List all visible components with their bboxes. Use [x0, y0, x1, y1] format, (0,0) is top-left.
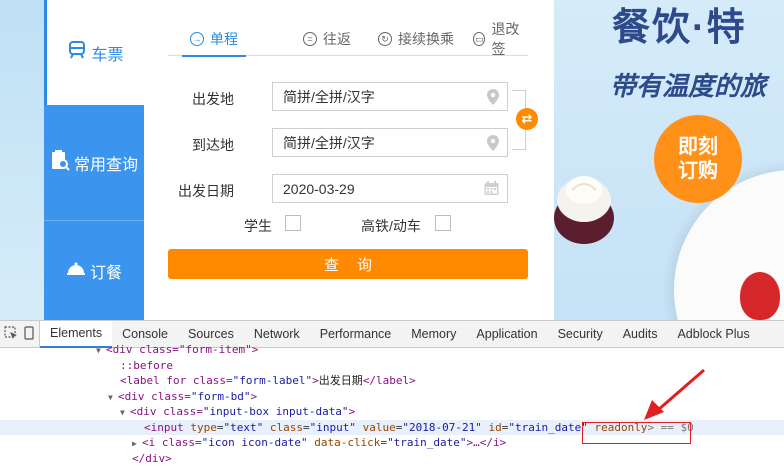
expand-triangle-icon[interactable]: ▶: [132, 436, 142, 452]
ticket-circle-icon: ▭: [473, 32, 486, 46]
to-station-input[interactable]: 简拼/全拼/汉字: [272, 128, 508, 157]
swap-bracket-bottom: [512, 128, 526, 150]
banner-title: 餐饮·特: [612, 7, 747, 49]
collapse-triangle-icon[interactable]: ▼: [108, 390, 118, 406]
page-background: [0, 0, 46, 320]
transfer-circle-icon: ↻: [378, 32, 392, 46]
order-now-badge[interactable]: 即刻 订购: [654, 115, 742, 203]
student-checkbox[interactable]: [285, 215, 301, 231]
clipboard-search-icon: [50, 149, 70, 176]
train-icon: [67, 40, 87, 65]
cta-line1: 即刻: [678, 136, 718, 158]
nav-item-common-query[interactable]: 常用查询: [44, 105, 144, 220]
food-cloche-icon: [66, 258, 86, 283]
booking-panel: → 单程 = 往返 ↻ 接续换乘 ▭ 退改签 出发地 简拼/全拼/汉字 到达地: [144, 0, 554, 320]
high-speed-label: 高铁/动车: [361, 218, 421, 234]
collapse-triangle-icon[interactable]: ▼: [96, 343, 106, 359]
student-label: 学生: [244, 218, 272, 234]
arrow-right-circle-icon: →: [190, 32, 204, 46]
nav-item-label: 常用查询: [73, 156, 138, 174]
search-button[interactable]: 查询: [168, 249, 528, 279]
to-placeholder: 简拼/全拼/汉字: [283, 134, 375, 151]
strawberry-image: [740, 272, 780, 320]
dom-node-form-item[interactable]: ▼ <div class="form-item">: [0, 342, 784, 358]
location-pin-icon: [487, 89, 499, 108]
from-placeholder: 简拼/全拼/汉字: [283, 88, 375, 105]
from-station-input[interactable]: 简拼/全拼/汉字: [272, 82, 508, 111]
location-pin-icon: [487, 135, 499, 154]
nav-item-label: 车票: [91, 46, 124, 64]
swap-stations-button[interactable]: ⇄: [516, 108, 538, 130]
mangosteen-image: [554, 176, 614, 244]
nav-item-order-meal[interactable]: 订餐: [44, 220, 144, 320]
device-toolbar-icon[interactable]: [23, 325, 36, 343]
tab-label: 单程: [210, 31, 238, 47]
departure-date-input[interactable]: 2020-03-29: [272, 174, 508, 203]
from-label: 出发地: [192, 91, 234, 107]
collapse-triangle-icon[interactable]: ▼: [120, 405, 130, 421]
banner-subtitle: 带有温度的旅: [610, 71, 767, 101]
calendar-icon: [484, 181, 499, 199]
side-nav: 车票 常用查询 订餐: [44, 0, 144, 320]
dom-node-div-close[interactable]: </div>: [0, 451, 784, 467]
web-page: 车票 常用查询 订餐 → 单程 = 往返 ↻ 接续换乘 ▭ 退改签 出发地 简拼…: [0, 0, 784, 320]
tab-refund-change[interactable]: ▭ 退改签: [473, 21, 528, 57]
to-label: 到达地: [192, 137, 234, 153]
nav-item-tickets[interactable]: 车票: [44, 0, 144, 105]
promo-banner[interactable]: 餐饮·特 带有温度的旅 即刻 订购: [554, 0, 784, 320]
tab-label: 退改签: [491, 21, 520, 57]
date-value: 2020-03-29: [283, 180, 355, 197]
tab-label: 往返: [323, 31, 351, 47]
minus-circle-icon: =: [303, 32, 317, 46]
high-speed-checkbox[interactable]: [435, 215, 451, 231]
trip-type-tabs: → 单程 = 往返 ↻ 接续换乘 ▭ 退改签: [168, 21, 528, 57]
tab-label: 接续换乘: [398, 31, 454, 47]
cta-line2: 订购: [678, 160, 718, 182]
tab-round-trip[interactable]: = 往返: [303, 22, 351, 56]
swap-arrows-icon: ⇄: [521, 111, 533, 126]
nav-item-label: 订餐: [89, 264, 122, 282]
red-annotation-arrow: [644, 368, 705, 420]
inspect-element-icon[interactable]: [3, 325, 18, 343]
date-label: 出发日期: [178, 183, 234, 199]
search-button-label: 查询: [323, 256, 390, 274]
tab-transfer[interactable]: ↻ 接续换乘: [378, 22, 454, 56]
readonly-highlight-box: [582, 422, 691, 444]
tab-one-way[interactable]: → 单程: [182, 22, 246, 57]
